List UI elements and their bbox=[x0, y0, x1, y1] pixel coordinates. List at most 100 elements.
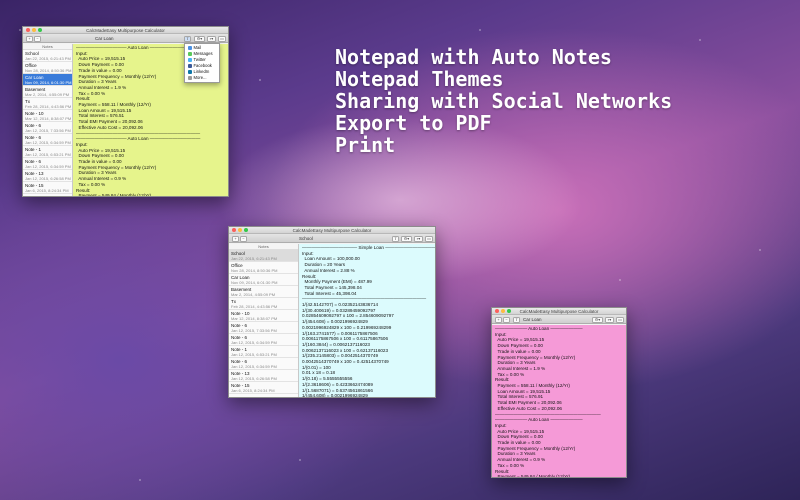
note-date: Mar 12, 2014, 8:38:07 PM bbox=[25, 116, 72, 121]
lock-icon[interactable]: ▪▾ bbox=[414, 235, 423, 242]
remove-note-button[interactable]: − bbox=[34, 35, 41, 42]
note-date: Jan 6, 2015, 8:24:34 PM bbox=[231, 388, 275, 393]
share-icon[interactable]: ⇪ bbox=[513, 316, 520, 323]
toolbar: + − Car Loan ⇪ ⚙▾ ▪▾ ▭ bbox=[23, 34, 228, 43]
note-list-item[interactable]: School Jan 22, 2015, 6:21:43 PM bbox=[229, 250, 298, 262]
note-editor[interactable]: ——————— Auto Loan ——————— Input: Auto Pri… bbox=[492, 325, 626, 477]
note-editor[interactable]: ———————————— Simple Loan ———————————— Inp… bbox=[299, 244, 435, 397]
lock-icon[interactable]: ▪▾ bbox=[207, 35, 216, 42]
promo-headline: Notepad with Auto Notes Notepad Themes S… bbox=[335, 46, 672, 156]
window-title: CalcMadeEasy Multipurpose Calculator bbox=[86, 28, 165, 33]
toolbar: + − ⇪ Car Loan ⚙▾ ▪▾ ▭ bbox=[492, 315, 626, 324]
more-icon bbox=[188, 76, 192, 80]
add-note-button[interactable]: + bbox=[26, 35, 33, 42]
note-date: Jan 22, 2015, 6:21:43 PM bbox=[25, 56, 71, 61]
note-text-line: Payment = 549.84 / Monthly (12/Yr) bbox=[495, 474, 571, 477]
promo-line: Notepad Themes bbox=[335, 67, 504, 91]
share-icon[interactable]: ⇪ bbox=[392, 235, 399, 242]
note-date: Nov 28, 2014, 8:50:36 PM bbox=[25, 68, 72, 73]
note-list-item[interactable]: Note - 6 Jan 12, 2015, 7:33:56 PM bbox=[229, 322, 298, 334]
note-date: Jan 6, 2015, 8:24:34 PM bbox=[25, 188, 69, 193]
window-title: CalcMadeEasy Multipurpose Calculator bbox=[519, 309, 599, 314]
note-list-item[interactable]: Tx Feb 28, 2014, 4:43:56 PM bbox=[229, 298, 298, 310]
notes-sidebar: Notes School Jan 22, 2015, 6:21:43 PM Offi… bbox=[229, 244, 299, 397]
note-date: Nov 28, 2014, 8:50:36 PM bbox=[231, 268, 278, 273]
gear-icon[interactable]: ⚙▾ bbox=[401, 235, 412, 242]
notes-list: School Jan 22, 2015, 6:21:43 PM Office Nov … bbox=[229, 250, 298, 394]
note-title-label: School bbox=[299, 236, 313, 241]
note-date: Jan 12, 2015, 6:34:59 PM bbox=[25, 140, 71, 145]
note-list-item[interactable]: Tx Feb 28, 2014, 4:43:56 PM bbox=[23, 98, 72, 110]
note-list-item[interactable]: Office Nov 28, 2014, 8:50:36 PM bbox=[23, 62, 72, 74]
note-date: Jan 12, 2015, 6:34:59 PM bbox=[25, 164, 71, 169]
mail-icon bbox=[188, 46, 192, 50]
note-date: Jan 12, 2015, 6:34:59 PM bbox=[231, 340, 277, 345]
note-list-item[interactable]: Note - 15 Jan 6, 2015, 8:24:34 PM bbox=[229, 382, 298, 394]
note-list-item[interactable]: Note - 1 Jan 12, 2015, 6:53:21 PM bbox=[229, 346, 298, 358]
note-date: Mar 2, 2014, 4:55:09 PM bbox=[25, 92, 70, 97]
note-date: Jan 12, 2015, 7:33:56 PM bbox=[231, 328, 277, 333]
remove-note-button[interactable]: − bbox=[240, 235, 247, 242]
share-menu-item[interactable]: More... bbox=[185, 75, 219, 81]
note-title-label: Car Loan bbox=[523, 317, 542, 322]
share-icon[interactable]: ⇪ bbox=[184, 35, 191, 42]
toolbar: + − School ⇪ ⚙▾ ▪▾ ▭ bbox=[229, 234, 435, 243]
note-date: Jan 12, 2015, 6:53:21 PM bbox=[231, 352, 277, 357]
add-note-button[interactable]: + bbox=[495, 316, 502, 323]
messages-icon bbox=[188, 52, 192, 56]
note-list-item[interactable]: Note - 6 Jan 12, 2015, 6:34:59 PM bbox=[23, 134, 72, 146]
note-list-item[interactable]: Note - 6 Jan 12, 2015, 7:33:56 PM bbox=[23, 122, 72, 134]
window-icon[interactable]: ▭ bbox=[425, 235, 433, 242]
lock-icon[interactable]: ▪▾ bbox=[605, 316, 614, 323]
note-text-line: ———————————— Simple Loan ———————————— bbox=[302, 245, 435, 250]
note-list-item[interactable]: Note - 6 Jan 12, 2015, 6:34:59 PM bbox=[229, 334, 298, 346]
title-bar[interactable]: CalcMadeEasy Multipurpose Calculator bbox=[23, 27, 228, 34]
app-window-pink: CalcMadeEasy Multipurpose Calculator + −… bbox=[491, 307, 627, 478]
note-date: Jan 12, 2015, 6:26:58 PM bbox=[25, 176, 71, 181]
note-text-line: Payment = 549.84 / Monthly (12/Yr) bbox=[76, 193, 152, 196]
note-list-item[interactable]: Basement Mar 2, 2014, 4:55:09 PM bbox=[23, 86, 72, 98]
note-date: Feb 28, 2014, 4:43:56 PM bbox=[231, 304, 278, 309]
note-title-label: Car Loan bbox=[95, 36, 114, 41]
note-list-item[interactable]: Note - 10 Mar 12, 2014, 8:38:07 PM bbox=[23, 110, 72, 122]
note-date: Jan 22, 2015, 6:21:43 PM bbox=[231, 256, 277, 261]
gear-icon[interactable]: ⚙▾ bbox=[592, 316, 603, 323]
add-note-button[interactable]: + bbox=[232, 235, 239, 242]
note-date: Jan 12, 2015, 7:33:56 PM bbox=[25, 128, 71, 133]
note-date: Jan 12, 2015, 6:34:59 PM bbox=[231, 364, 277, 369]
linkedin-icon bbox=[188, 70, 192, 74]
gear-icon[interactable]: ⚙▾ bbox=[194, 35, 205, 42]
note-list-item[interactable]: Note - 6 Jan 12, 2015, 6:34:59 PM bbox=[229, 358, 298, 370]
note-date: Nov 09, 2014, 6:01:30 PM bbox=[25, 80, 72, 85]
note-date: Jan 12, 2015, 6:26:58 PM bbox=[231, 376, 277, 381]
share-menu-label: More... bbox=[193, 75, 207, 80]
window-title: CalcMadeEasy Multipurpose Calculator bbox=[292, 228, 372, 233]
promo-line: Print bbox=[335, 133, 396, 157]
note-list-item[interactable]: Car Loan Nov 09, 2014, 6:01:30 PM bbox=[23, 74, 72, 86]
note-list-item[interactable]: Note - 10 Mar 12, 2014, 8:38:07 PM bbox=[229, 310, 298, 322]
window-icon[interactable]: ▭ bbox=[616, 316, 624, 323]
note-list-item[interactable]: Note - 15 Jan 6, 2015, 8:24:34 PM bbox=[23, 182, 72, 194]
note-list-item[interactable]: Office Nov 28, 2014, 8:50:36 PM bbox=[229, 262, 298, 274]
note-list-item[interactable]: Note - 6 Jan 12, 2015, 6:34:59 PM bbox=[23, 158, 72, 170]
remove-note-button[interactable]: − bbox=[503, 316, 510, 323]
promo-line: Notepad with Auto Notes bbox=[335, 45, 612, 69]
note-list-item[interactable]: Note - 13 Jan 12, 2015, 6:26:58 PM bbox=[23, 170, 72, 182]
note-list-item[interactable]: Basement Mar 2, 2014, 4:55:09 PM bbox=[229, 286, 298, 298]
title-bar[interactable]: CalcMadeEasy Multipurpose Calculator bbox=[492, 308, 626, 315]
promo-line: Sharing with Social Networks bbox=[335, 89, 673, 113]
note-date: Jan 12, 2015, 6:53:21 PM bbox=[25, 152, 71, 157]
app-window-green: CalcMadeEasy Multipurpose Calculator + −… bbox=[22, 26, 229, 197]
note-list-item[interactable]: Note - 13 Jan 12, 2015, 6:26:58 PM bbox=[229, 370, 298, 382]
window-icon[interactable]: ▭ bbox=[218, 35, 226, 42]
note-list-item[interactable]: School Jan 22, 2015, 6:21:43 PM bbox=[23, 50, 72, 62]
note-list-item[interactable]: Note - 1 Jan 12, 2015, 6:53:21 PM bbox=[23, 146, 72, 158]
promo-line: Export to PDF bbox=[335, 111, 492, 135]
title-bar[interactable]: CalcMadeEasy Multipurpose Calculator bbox=[229, 227, 435, 234]
note-date: Mar 12, 2014, 8:38:07 PM bbox=[231, 316, 278, 321]
notes-list: School Jan 22, 2015, 6:21:43 PM Office Nov … bbox=[23, 50, 72, 194]
note-list-item[interactable]: Car Loan Nov 09, 2014, 6:01:30 PM bbox=[229, 274, 298, 286]
facebook-icon bbox=[188, 64, 192, 68]
app-window-cyan: CalcMadeEasy Multipurpose Calculator + −… bbox=[228, 226, 436, 398]
twitter-icon bbox=[188, 58, 192, 62]
